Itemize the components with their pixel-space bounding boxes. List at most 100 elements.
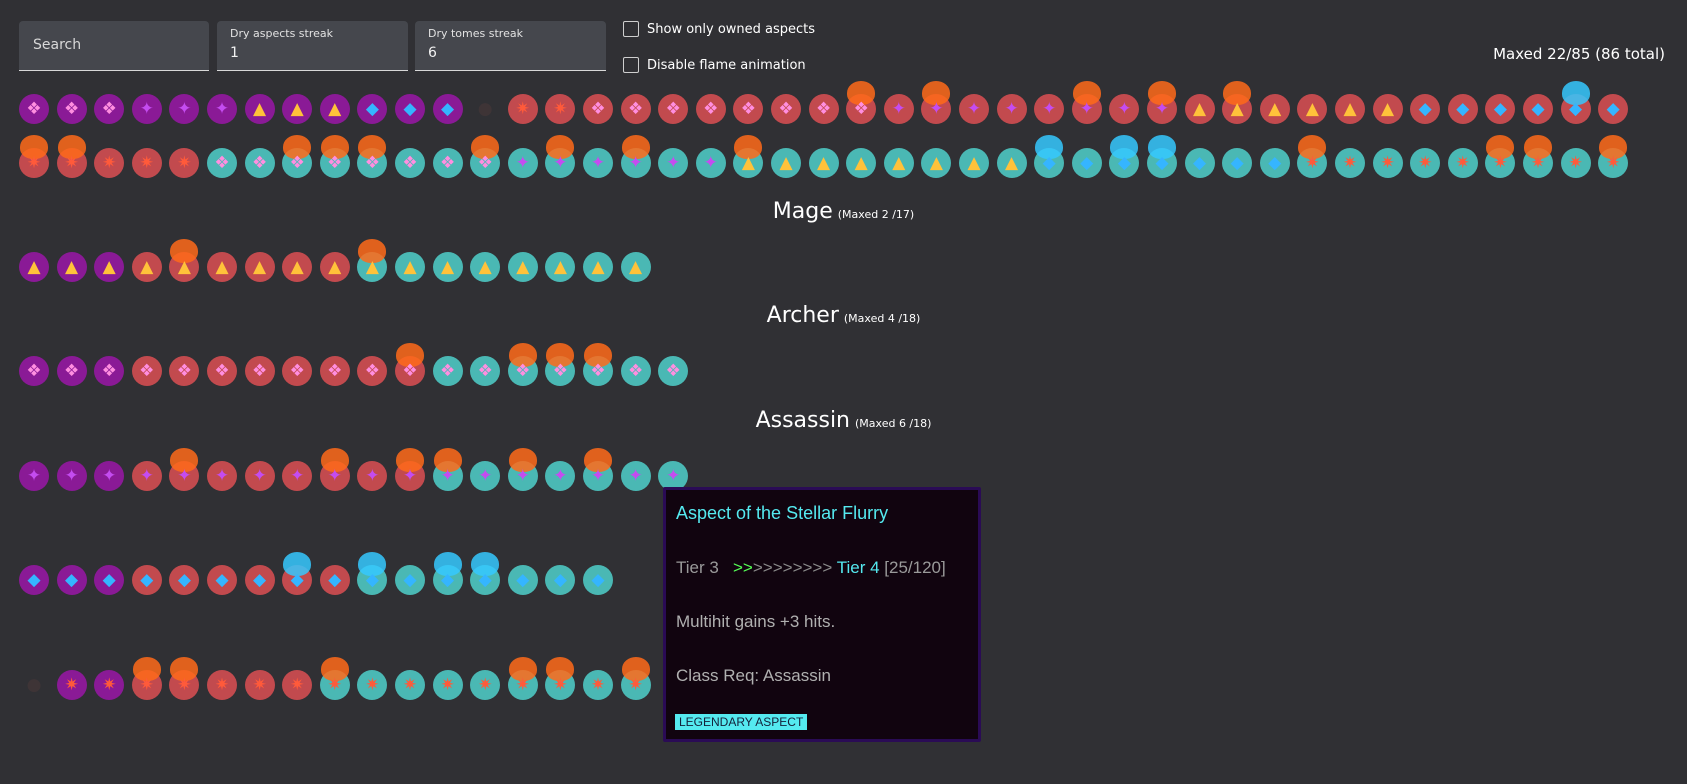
crystal-aspect-icon[interactable]: ❖ (771, 94, 801, 124)
horned-aspect-icon[interactable]: ✦ (695, 148, 726, 178)
dry-aspects-streak-field[interactable]: Dry aspects streak 1 (217, 21, 408, 71)
flame-aspect-icon[interactable]: ▲ (56, 252, 87, 282)
horned-aspect-icon[interactable]: ✦ (244, 461, 275, 491)
crystal-aspect-icon[interactable]: ❖ (470, 356, 501, 386)
crystal-aspect-icon[interactable]: ❖ (19, 94, 49, 124)
flame-aspect-icon[interactable]: ▲ (1372, 94, 1403, 124)
horned-aspect-icon[interactable]: ✦ (507, 448, 538, 491)
droplet-aspect-icon[interactable]: ◆ (1560, 81, 1591, 124)
flame-aspect-icon[interactable]: ▲ (131, 252, 162, 282)
crystal-aspect-icon[interactable]: ❖ (56, 94, 87, 124)
droplet-aspect-icon[interactable]: ◆ (1410, 94, 1441, 124)
droplet-aspect-icon[interactable]: ◆ (1109, 135, 1140, 178)
flame-aspect-icon[interactable]: ▲ (19, 252, 49, 282)
droplet-aspect-icon[interactable]: ◆ (1598, 94, 1629, 124)
crystal-aspect-icon[interactable]: ❖ (658, 94, 689, 124)
flame-aspect-icon[interactable]: ▲ (996, 148, 1027, 178)
droplet-aspect-icon[interactable]: ◆ (432, 94, 463, 124)
beast-aspect-icon[interactable]: ✷ (1560, 148, 1591, 178)
beast-aspect-icon[interactable]: ✷ (319, 657, 350, 700)
crystal-aspect-icon[interactable]: ❖ (282, 356, 313, 386)
beast-aspect-icon[interactable]: ✷ (56, 670, 87, 700)
horned-aspect-icon[interactable]: ✦ (432, 448, 463, 491)
droplet-aspect-icon[interactable]: ◆ (1034, 135, 1065, 178)
beast-aspect-icon[interactable]: ✷ (56, 135, 87, 178)
flame-aspect-icon[interactable]: ▲ (808, 148, 839, 178)
crystal-aspect-icon[interactable]: ❖ (395, 343, 425, 386)
horned-aspect-icon[interactable]: ✦ (282, 461, 313, 491)
beast-aspect-icon[interactable]: ✷ (545, 657, 576, 700)
flame-aspect-icon[interactable]: ▲ (883, 148, 914, 178)
flame-aspect-icon[interactable]: ▲ (319, 94, 350, 124)
flame-aspect-icon[interactable]: ▲ (319, 252, 350, 282)
horned-aspect-icon[interactable]: ✦ (620, 135, 651, 178)
droplet-aspect-icon[interactable]: ◆ (395, 565, 425, 595)
droplet-aspect-icon[interactable]: ◆ (56, 565, 87, 595)
crystal-aspect-icon[interactable]: ❖ (244, 148, 275, 178)
beast-aspect-icon[interactable]: ✷ (470, 670, 501, 700)
horned-aspect-icon[interactable]: ✦ (620, 461, 651, 491)
dry-tomes-streak-field[interactable]: Dry tomes streak 6 (415, 21, 606, 71)
crystal-aspect-icon[interactable]: ❖ (432, 356, 463, 386)
crystal-aspect-icon[interactable]: ❖ (620, 356, 651, 386)
horned-aspect-icon[interactable]: ✦ (583, 148, 613, 178)
beast-aspect-icon[interactable]: ✷ (357, 670, 388, 700)
droplet-aspect-icon[interactable]: ◆ (131, 565, 162, 595)
locked-aspect-icon[interactable]: ● (19, 670, 49, 700)
flame-aspect-icon[interactable]: ▲ (1335, 94, 1365, 124)
flame-aspect-icon[interactable]: ▲ (244, 252, 275, 282)
droplet-aspect-icon[interactable]: ◆ (244, 565, 275, 595)
flame-aspect-icon[interactable]: ▲ (959, 148, 989, 178)
beast-aspect-icon[interactable]: ✷ (1523, 135, 1553, 178)
crystal-aspect-icon[interactable]: ❖ (319, 135, 350, 178)
flame-aspect-icon[interactable]: ▲ (169, 239, 200, 282)
beast-aspect-icon[interactable]: ✷ (169, 657, 200, 700)
flame-aspect-icon[interactable]: ▲ (733, 135, 764, 178)
droplet-aspect-icon[interactable]: ◆ (19, 565, 49, 595)
flame-aspect-icon[interactable]: ▲ (545, 252, 576, 282)
beast-aspect-icon[interactable]: ✷ (19, 135, 49, 178)
horned-aspect-icon[interactable]: ✦ (507, 148, 538, 178)
beast-aspect-icon[interactable]: ✷ (131, 148, 162, 178)
flame-aspect-icon[interactable]: ▲ (282, 94, 313, 124)
beast-aspect-icon[interactable]: ✷ (94, 670, 125, 700)
beast-aspect-icon[interactable]: ✷ (507, 94, 538, 124)
horned-aspect-icon[interactable]: ✦ (94, 461, 125, 491)
droplet-aspect-icon[interactable]: ◆ (1523, 94, 1553, 124)
horned-aspect-icon[interactable]: ✦ (470, 461, 501, 491)
horned-aspect-icon[interactable]: ✦ (169, 448, 200, 491)
horned-aspect-icon[interactable]: ✦ (56, 461, 87, 491)
droplet-aspect-icon[interactable]: ◆ (395, 94, 425, 124)
horned-aspect-icon[interactable]: ✦ (1147, 81, 1177, 124)
flame-aspect-icon[interactable]: ▲ (94, 252, 125, 282)
horned-aspect-icon[interactable]: ✦ (545, 135, 576, 178)
horned-aspect-icon[interactable]: ✦ (1109, 94, 1140, 124)
flame-aspect-icon[interactable]: ▲ (470, 252, 501, 282)
crystal-aspect-icon[interactable]: ❖ (56, 356, 87, 386)
crystal-aspect-icon[interactable]: ❖ (658, 356, 689, 386)
flame-aspect-icon[interactable]: ▲ (1297, 94, 1328, 124)
flame-aspect-icon[interactable]: ▲ (1184, 94, 1215, 124)
horned-aspect-icon[interactable]: ✦ (959, 94, 989, 124)
crystal-aspect-icon[interactable]: ❖ (94, 356, 125, 386)
crystal-aspect-icon[interactable]: ❖ (695, 94, 726, 124)
crystal-aspect-icon[interactable]: ❖ (94, 94, 125, 124)
flame-aspect-icon[interactable]: ▲ (357, 239, 388, 282)
crystal-aspect-icon[interactable]: ❖ (169, 356, 200, 386)
crystal-aspect-icon[interactable]: ❖ (470, 135, 501, 178)
droplet-aspect-icon[interactable]: ◆ (282, 552, 313, 595)
horned-aspect-icon[interactable]: ✦ (996, 94, 1027, 124)
horned-aspect-icon[interactable]: ✦ (395, 448, 425, 491)
crystal-aspect-icon[interactable]: ❖ (319, 356, 350, 386)
beast-aspect-icon[interactable]: ✷ (131, 657, 162, 700)
beast-aspect-icon[interactable]: ✷ (1447, 148, 1478, 178)
droplet-aspect-icon[interactable]: ◆ (1447, 94, 1478, 124)
locked-aspect-icon[interactable]: ● (470, 94, 500, 124)
horned-aspect-icon[interactable]: ✦ (207, 94, 237, 124)
flame-aspect-icon[interactable]: ▲ (207, 252, 237, 282)
beast-aspect-icon[interactable]: ✷ (169, 148, 200, 178)
beast-aspect-icon[interactable]: ✷ (244, 670, 275, 700)
crystal-aspect-icon[interactable]: ❖ (583, 94, 613, 124)
crystal-aspect-icon[interactable]: ❖ (583, 343, 613, 386)
beast-aspect-icon[interactable]: ✷ (583, 670, 613, 700)
